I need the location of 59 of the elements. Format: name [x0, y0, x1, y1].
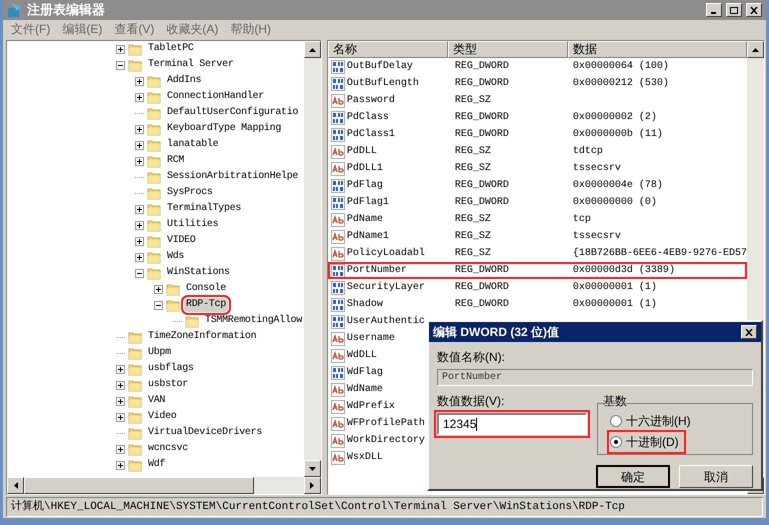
value-name: WFProfilePath: [346, 416, 425, 431]
value-name: PdFlag: [346, 178, 383, 193]
value-data: 0x00000d3d (3389): [572, 265, 675, 276]
window-title: 注册表编辑器: [27, 1, 105, 20]
value-name: PolicyLoadabl: [346, 246, 425, 261]
value-data: tcp: [572, 214, 591, 225]
value-name: PdName: [346, 212, 383, 227]
value-name: WdDLL: [346, 348, 377, 363]
value-type: REG_DWORD: [454, 129, 509, 140]
value-data: 0x0000004e (78): [572, 180, 663, 191]
value-type: REG_DWORD: [454, 197, 509, 208]
value-name: WorkDirectory: [346, 434, 425, 448]
value-data: tssecsrv: [572, 231, 621, 242]
value-name: Username: [346, 332, 395, 346]
value-name: WdName: [346, 382, 383, 397]
value-type: REG_SZ: [454, 146, 491, 157]
value-type: REG_DWORD: [454, 265, 509, 276]
value-name: WdPrefix: [346, 400, 395, 414]
value-type: REG_DWORD: [454, 112, 509, 123]
value-name: PdClass: [346, 110, 389, 125]
value-name: PdDLL1: [346, 162, 383, 176]
dialog-title: 编辑 DWORD (32 位)值: [433, 324, 559, 341]
value-name: OutBufDelay: [346, 60, 413, 74]
value-data-label: 数值数据(V):: [437, 393, 506, 410]
value-name: PdDLL: [346, 144, 377, 159]
value-data: tssecsrv: [572, 163, 621, 174]
value-name: PdClass1: [346, 128, 395, 142]
value-name: SecurityLayer: [346, 280, 425, 295]
value-name: PdName1: [346, 230, 389, 244]
value-type: REG_SZ: [454, 231, 491, 242]
value-data: 0x00000064 (100): [572, 61, 669, 72]
value-data: {18B726BB-6EE6-4EB9-9276-ED57: [572, 248, 747, 259]
value-name-field: PortNumber: [437, 369, 753, 386]
value-name: Shadow: [346, 298, 383, 312]
value-name: WdFlag: [346, 366, 383, 380]
value-type: REG_SZ: [454, 214, 491, 225]
value-type: REG_DWORD: [454, 61, 509, 72]
value-data: 0x00000212 (530): [572, 78, 669, 89]
value-name: PortNumber: [346, 264, 407, 278]
value-data: tdtcp: [572, 146, 603, 157]
value-type: REG_DWORD: [454, 299, 509, 310]
value-name: OutBufLength: [346, 76, 419, 91]
value-type: REG_SZ: [454, 163, 491, 174]
value-data: 0x00000000 (0): [572, 197, 657, 208]
value-name: UserAuthentic: [346, 314, 425, 329]
status-bar: 计算机\HKEY_LOCAL_MACHINE\SYSTEM\CurrentControlSet\Control\Terminal Server\WinStations\RDP-Tcp: [6, 497, 763, 517]
value-name: PdFlag1: [346, 196, 389, 210]
value-name-label: 数值名称(N):: [437, 349, 506, 366]
value-data: 0x00000002 (2): [572, 112, 657, 123]
value-data: 0x00000001 (1): [572, 299, 657, 310]
value-type: REG_SZ: [454, 95, 491, 106]
value-name: Password: [346, 94, 395, 108]
value-data: 0x0000000b (11): [572, 129, 663, 140]
value-data: 0x00000001 (1): [572, 282, 657, 293]
value-type: REG_DWORD: [454, 180, 509, 191]
value-name: WsxDLL: [346, 451, 383, 465]
value-type: REG_DWORD: [454, 282, 509, 293]
value-type: REG_DWORD: [454, 78, 509, 89]
value-type: REG_SZ: [454, 248, 491, 259]
